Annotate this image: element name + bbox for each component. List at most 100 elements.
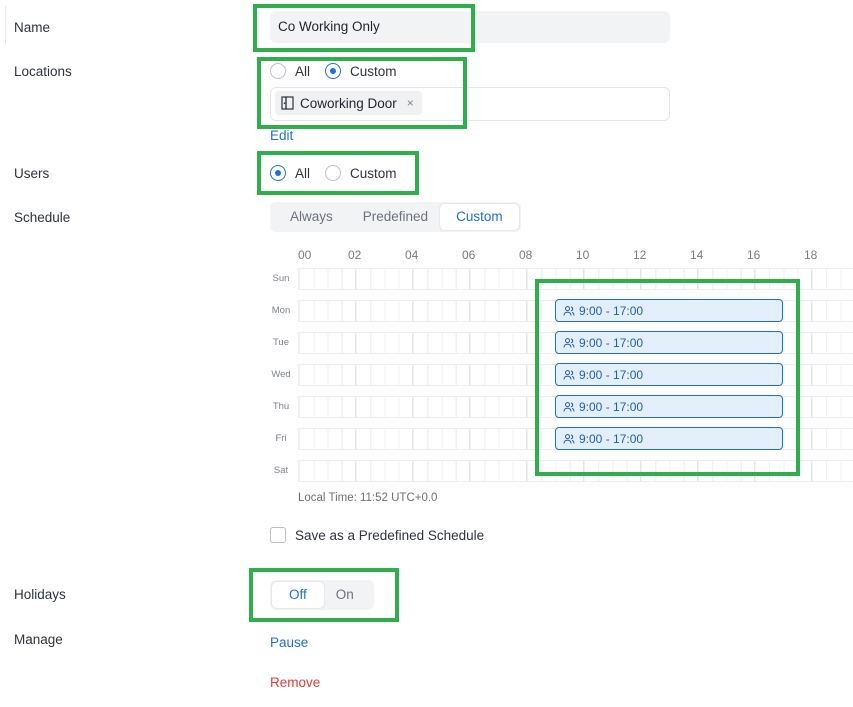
pause-link[interactable]: Pause [270, 635, 308, 650]
hour-divider [811, 397, 812, 417]
hour-divider [355, 269, 356, 289]
locations-edit-link[interactable]: Edit [270, 128, 293, 143]
day-label-fri: Fri [275, 433, 287, 444]
local-time-text: Local Time: 11:52 UTC+0.0 [298, 492, 438, 504]
hour-divider [526, 429, 527, 449]
hour-divider [526, 397, 527, 417]
hour-divider [469, 333, 470, 353]
holidays-toggle: Off On [270, 580, 374, 610]
hour-label: 00 [298, 248, 312, 262]
hour-divider [469, 429, 470, 449]
tab-predefined[interactable]: Predefined [351, 204, 440, 230]
hour-divider [526, 301, 527, 321]
chip-remove-icon[interactable]: × [407, 96, 414, 110]
hour-label: 14 [690, 248, 704, 262]
hour-divider [469, 461, 470, 481]
hour-divider [640, 461, 641, 481]
hour-divider [583, 269, 584, 289]
radio-circle-selected [325, 63, 341, 79]
radio-label: All [295, 165, 311, 181]
hour-divider [355, 365, 356, 385]
hour-divider [697, 461, 698, 481]
hour-divider [526, 365, 527, 385]
day-label-mon: Mon [271, 305, 291, 316]
hour-label: 02 [348, 248, 362, 262]
tab-always[interactable]: Always [272, 204, 351, 230]
label-manage: Manage [14, 632, 63, 647]
locations-radio-custom[interactable]: Custom [325, 63, 397, 79]
radio-label: Custom [350, 63, 397, 79]
users-icon [563, 337, 575, 348]
day-label-wed: Wed [271, 369, 291, 380]
slot-time: 9:00 - 17:00 [579, 367, 644, 382]
hour-divider [526, 333, 527, 353]
schedule-slot-tue[interactable]: 9:00 - 17:00 [555, 331, 783, 354]
hour-divider [526, 461, 527, 481]
hour-divider [583, 461, 584, 481]
radio-circle [270, 63, 286, 79]
hour-divider [469, 269, 470, 289]
remove-link[interactable]: Remove [270, 675, 320, 690]
label-users: Users [14, 166, 50, 181]
hour-divider [469, 365, 470, 385]
schedule-slot-wed[interactable]: 9:00 - 17:00 [555, 363, 783, 386]
hour-label: 08 [519, 248, 533, 262]
location-chip: Coworking Door × [275, 91, 422, 115]
radio-label: Custom [350, 165, 397, 181]
schedule-row-sun[interactable] [298, 268, 853, 290]
holidays-off[interactable]: Off [272, 582, 324, 608]
hour-divider [754, 461, 755, 481]
hour-label: 16 [747, 248, 761, 262]
hour-label: 12 [633, 248, 647, 262]
users-radio-all[interactable]: All [270, 165, 310, 181]
day-label-thu: Thu [272, 401, 290, 412]
slot-time: 9:00 - 17:00 [579, 431, 644, 446]
hour-label: 10 [576, 248, 590, 262]
hour-label: 06 [462, 248, 476, 262]
hour-divider [811, 461, 812, 481]
tab-custom[interactable]: Custom [440, 204, 519, 230]
day-label-sat: Sat [273, 465, 289, 476]
hour-divider [811, 333, 812, 353]
hour-label: 04 [405, 248, 419, 262]
radio-circle [325, 165, 341, 181]
hour-divider [697, 269, 698, 289]
hour-divider [811, 269, 812, 289]
schedule-slot-thu[interactable]: 9:00 - 17:00 [555, 395, 783, 418]
checkbox-box [270, 527, 286, 543]
users-icon [563, 305, 575, 316]
users-icon [563, 401, 575, 412]
hour-divider [754, 269, 755, 289]
save-predefined-checkbox[interactable]: Save as a Predefined Schedule [270, 527, 484, 543]
hour-divider [412, 461, 413, 481]
schedule-slot-mon[interactable]: 9:00 - 17:00 [555, 299, 783, 322]
users-icon [563, 369, 575, 380]
hour-divider [811, 365, 812, 385]
schedule-slot-fri[interactable]: 9:00 - 17:00 [555, 427, 783, 450]
schedule-row-sat[interactable] [298, 460, 853, 482]
hour-divider [526, 269, 527, 289]
hour-divider [469, 301, 470, 321]
label-schedule: Schedule [14, 210, 71, 225]
hour-divider [412, 397, 413, 417]
label-name: Name [14, 20, 51, 35]
hour-divider [355, 461, 356, 481]
location-chip-label: Coworking Door [300, 95, 397, 111]
radio-circle-selected [270, 165, 286, 181]
hour-divider [412, 429, 413, 449]
hour-divider [811, 429, 812, 449]
slot-time: 9:00 - 17:00 [579, 335, 644, 350]
left-edge-rule [0, 6, 6, 44]
locations-radio-all[interactable]: All [270, 63, 310, 79]
name-input-value: Co Working Only [278, 19, 380, 34]
hour-divider [412, 269, 413, 289]
label-locations: Locations [14, 64, 72, 79]
hour-divider [811, 301, 812, 321]
hour-divider [640, 269, 641, 289]
users-radio-custom[interactable]: Custom [325, 165, 397, 181]
hour-divider [355, 333, 356, 353]
hour-divider [412, 333, 413, 353]
hour-divider [412, 365, 413, 385]
hour-divider [469, 397, 470, 417]
holidays-on[interactable]: On [324, 582, 372, 608]
